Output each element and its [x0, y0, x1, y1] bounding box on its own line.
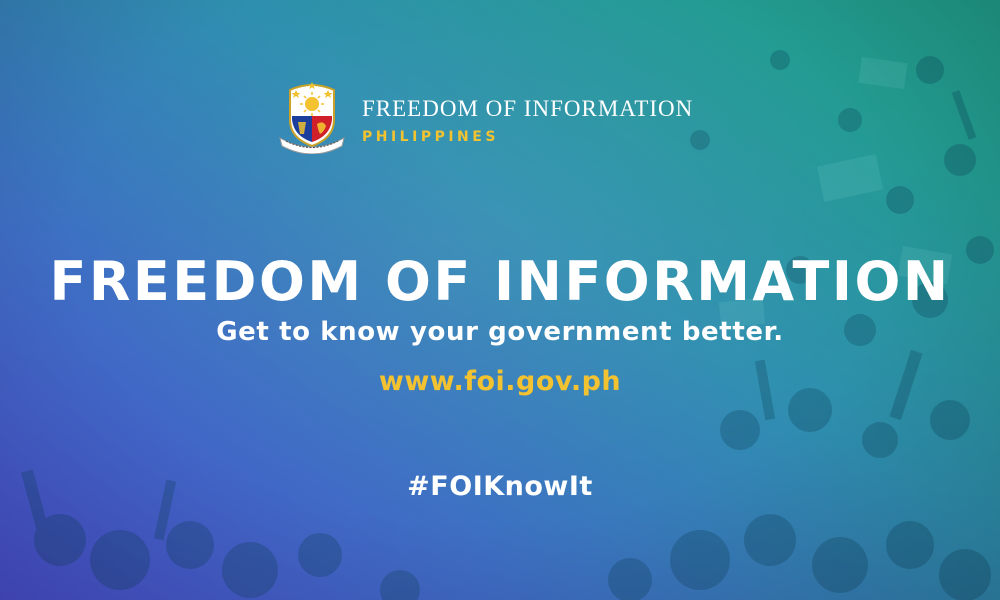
philippine-seal-icon: [279, 82, 345, 154]
main-title: FREEDOM OF INFORMATION: [49, 250, 951, 313]
hashtag: #FOIKnowIt: [407, 471, 593, 502]
country-name: PHILIPPINES: [362, 128, 499, 145]
website-url: www.foi.gov.ph: [378, 366, 622, 397]
header-text: FREEDOM OF INFORMATION PHILIPPINES: [362, 92, 693, 145]
header-logo-block: FREEDOM OF INFORMATION PHILIPPINES: [276, 82, 693, 154]
foi-banner: FREEDOM OF INFORMATION PHILIPPINES FREED…: [0, 0, 1000, 600]
org-name: FREEDOM OF INFORMATION: [362, 95, 694, 121]
tagline: Get to know your government better.: [216, 317, 784, 347]
